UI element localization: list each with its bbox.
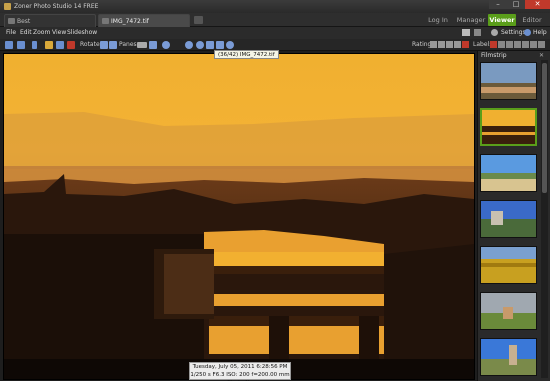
filmstrip-close-button[interactable]: ✕ (539, 52, 544, 59)
thumbnail-image (481, 293, 536, 329)
pane-layout-icon[interactable] (137, 42, 147, 48)
thumbnail[interactable] (480, 246, 537, 284)
menu-zoom[interactable]: Zoom (33, 29, 50, 36)
label-gray-icon[interactable] (530, 41, 537, 48)
thumbnail-image (481, 63, 536, 99)
help-icon[interactable] (524, 29, 531, 36)
tab-image[interactable]: IMG_7472.tif (98, 14, 190, 27)
image-icon (102, 18, 109, 24)
label-gray-icon[interactable] (514, 41, 521, 48)
new-tab-icon[interactable] (194, 16, 203, 24)
window-icon[interactable] (474, 29, 481, 36)
app-icon (4, 3, 11, 10)
gear-icon[interactable] (491, 29, 498, 36)
scrollbar-thumb[interactable] (542, 63, 547, 193)
thumbnail[interactable] (480, 292, 537, 330)
thumbnail[interactable] (480, 62, 537, 100)
label-red-icon[interactable] (490, 41, 497, 48)
thumbnail[interactable] (480, 200, 537, 238)
tab-bar: Best IMG_7472.tif Log In Manager Viewer … (0, 13, 550, 27)
help-link[interactable]: Help (533, 29, 547, 36)
menu-slideshow[interactable]: Slideshow (67, 29, 97, 36)
menu-file[interactable]: File (6, 29, 16, 36)
star-icon[interactable] (438, 41, 445, 48)
thumbnail-image (482, 110, 535, 144)
star-icon[interactable] (430, 41, 437, 48)
thumbnail-image (481, 201, 536, 237)
reject-icon[interactable] (462, 41, 469, 48)
rotate-label: Rotate: (80, 41, 102, 48)
rotate-left-icon[interactable] (100, 41, 108, 49)
filmstrip-label: Filmstrip (481, 52, 507, 59)
thumbnail[interactable] (480, 338, 537, 376)
label-gray-icon[interactable] (538, 41, 545, 48)
panes-label: Panes: (119, 41, 139, 48)
label-label: Label: (473, 41, 492, 48)
window-title: Zoner Photo Studio 14 FREE (14, 3, 99, 10)
tab-label: IMG_7472.tif (111, 18, 149, 25)
settings-link[interactable]: Settings (501, 29, 526, 36)
photo-view[interactable] (3, 53, 475, 380)
thumbnail[interactable] (480, 154, 537, 192)
tooltip: (36/42) IMG_7472.tif (214, 50, 279, 59)
minimize-button[interactable]: – (489, 0, 507, 9)
thumbnail-selected[interactable] (480, 108, 537, 146)
menu-bar: File Edit Zoom View Slideshow Settings H… (0, 27, 550, 39)
mode-manager[interactable]: Manager (455, 14, 487, 26)
tab-best[interactable]: Best (4, 14, 96, 27)
photo-date: Tuesday, July 05, 2011 6:28:56 PM (192, 364, 288, 370)
photo-exif: 1/250 s F6.3 ISO: 200 f=200.00 mm Flash:… (190, 372, 290, 381)
menu-view[interactable]: View (52, 29, 66, 36)
label-gray-icon[interactable] (506, 41, 513, 48)
open-folder-icon[interactable] (45, 41, 53, 49)
forward-icon[interactable] (17, 41, 25, 49)
copy-icon[interactable] (56, 41, 64, 49)
share-icon[interactable] (462, 29, 470, 36)
play-icon[interactable] (32, 41, 37, 49)
label-gray-icon[interactable] (498, 41, 505, 48)
close-button[interactable]: ✕ (525, 0, 550, 9)
tab-label: Best (17, 18, 31, 25)
delete-icon[interactable] (67, 41, 75, 49)
menu-edit[interactable]: Edit (20, 29, 32, 36)
photo-info-overlay: Tuesday, July 05, 2011 6:28:56 PM 1/250 … (189, 362, 291, 381)
fit-icon[interactable] (206, 41, 214, 49)
label-gray-icon[interactable] (522, 41, 529, 48)
thumbnail-image (481, 247, 536, 283)
pane-toggle-icon[interactable] (149, 41, 157, 49)
login-button[interactable]: Log In (424, 14, 452, 26)
info-icon[interactable] (162, 41, 170, 49)
star-icon[interactable] (446, 41, 453, 48)
star-icon[interactable] (454, 41, 461, 48)
zoom-icon[interactable] (226, 41, 234, 49)
back-icon[interactable] (5, 41, 13, 49)
zoom-out-icon[interactable] (196, 41, 204, 49)
folder-icon (8, 18, 15, 24)
filmstrip-panel: Filmstrip ✕ (477, 51, 550, 381)
thumbnail-image (481, 339, 536, 375)
title-bar: Zoner Photo Studio 14 FREE – □ ✕ (0, 0, 550, 13)
rotate-right-icon[interactable] (109, 41, 117, 49)
photo-image (4, 54, 474, 379)
mode-viewer[interactable]: Viewer (488, 14, 516, 26)
maximize-button[interactable]: □ (507, 0, 525, 9)
zoom-in-icon[interactable] (185, 41, 193, 49)
thumbnail-image (481, 155, 536, 191)
actual-size-icon[interactable] (216, 41, 224, 49)
mode-editor[interactable]: Editor (518, 14, 546, 26)
